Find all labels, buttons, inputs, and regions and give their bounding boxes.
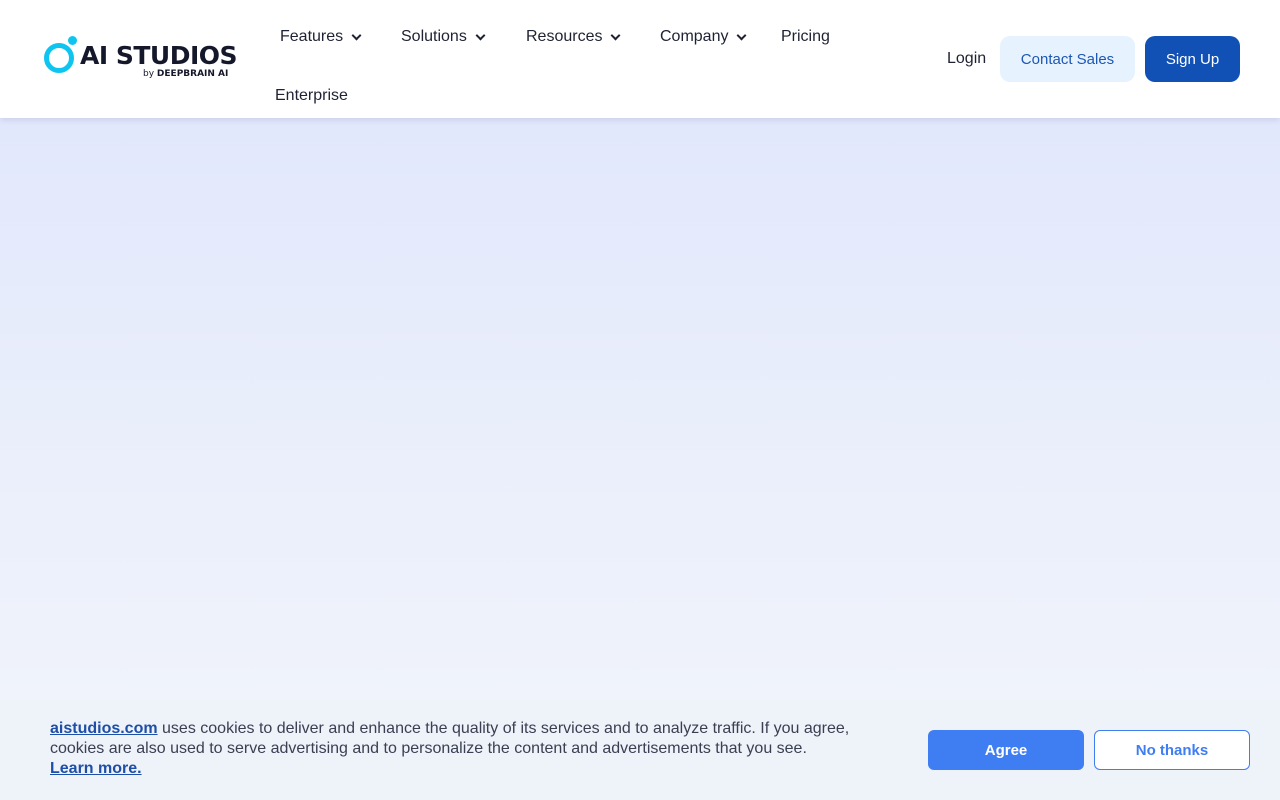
contact-sales-button[interactable]: Contact Sales xyxy=(1000,36,1135,82)
cookie-message-text: uses cookies to deliver and enhance the … xyxy=(50,720,850,757)
chevron-down-icon xyxy=(611,30,621,40)
brand-logo[interactable]: AI STUDIOS by DEEPBRAIN AI xyxy=(42,36,238,84)
no-thanks-button[interactable]: No thanks xyxy=(1094,730,1250,770)
nav-item-features[interactable]: Features xyxy=(280,27,362,47)
ring-dot-logo-icon xyxy=(44,43,74,73)
chevron-down-icon xyxy=(475,30,486,40)
cookie-banner: aistudios.com uses cookies to deliver an… xyxy=(0,700,1280,800)
agree-button[interactable]: Agree xyxy=(928,730,1084,770)
nav-item-label: Company xyxy=(660,28,729,45)
chevron-down-icon xyxy=(737,30,747,40)
logo-subtitle: by DEEPBRAIN AI xyxy=(143,69,229,79)
nav-item-label: Enterprise xyxy=(275,87,348,104)
cookie-message: aistudios.com uses cookies to deliver an… xyxy=(50,719,870,779)
nav-item-label: Features xyxy=(280,28,344,45)
nav-item-solutions[interactable]: Solutions xyxy=(401,27,486,47)
learn-more-link[interactable]: Learn more. xyxy=(50,760,142,777)
nav-item-company[interactable]: Company xyxy=(660,27,747,47)
login-link[interactable]: Login xyxy=(947,49,986,69)
site-link[interactable]: aistudios.com xyxy=(50,720,158,737)
nav-item-label: Pricing xyxy=(781,28,830,45)
nav-item-label: Resources xyxy=(526,28,603,45)
sign-up-button[interactable]: Sign Up xyxy=(1145,36,1240,82)
nav-item-label: Solutions xyxy=(401,28,467,45)
logo-title: AI STUDIOS xyxy=(80,41,238,70)
logo-dot xyxy=(68,36,77,45)
site-header: AI STUDIOS by DEEPBRAIN AI Features Solu… xyxy=(0,0,1280,118)
nav-item-pricing[interactable]: Pricing xyxy=(781,27,830,47)
chevron-down-icon xyxy=(351,30,362,40)
nav-item-enterprise[interactable]: Enterprise xyxy=(275,86,348,106)
nav-item-resources[interactable]: Resources xyxy=(526,27,621,47)
